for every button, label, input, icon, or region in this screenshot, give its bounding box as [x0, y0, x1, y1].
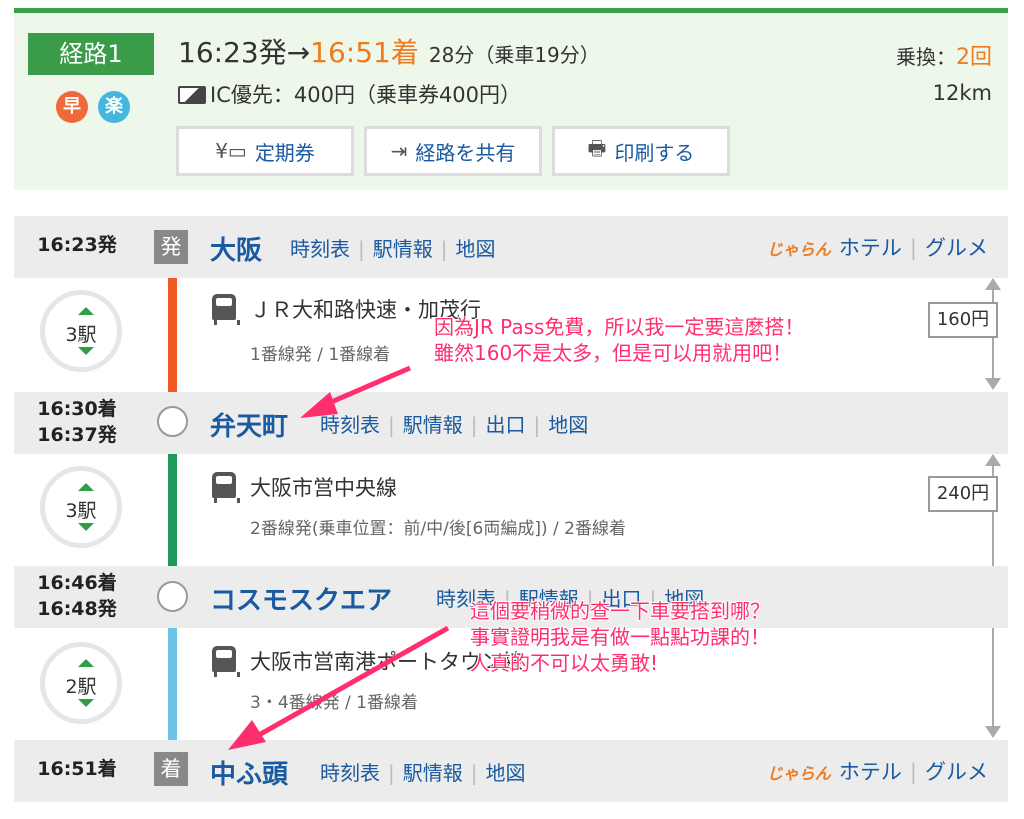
train-icon [212, 472, 240, 503]
station-row-osaka: 16:23発 発 大阪 時刻表 | 駅情報 | 地図 じゃらん ホテル | グルメ [14, 216, 1008, 278]
time-arrow: → [286, 36, 311, 69]
stop-count-badge[interactable]: 3駅 [40, 290, 122, 372]
map-link[interactable]: 地図 [456, 237, 496, 261]
share-icon: ⇥ [390, 139, 408, 163]
print-button[interactable]: 🖶 印刷する [552, 126, 730, 176]
station-extra-links: じゃらん ホテル | グルメ [766, 236, 988, 260]
station-info-link[interactable]: 駅情報 [403, 761, 463, 785]
route-summary: 経路1 早 楽 16:23発→16:51着 28分（乗車19分） 乗換：2回 IC… [14, 8, 1008, 190]
map-link[interactable]: 地図 [486, 761, 526, 785]
stop-count-badge[interactable]: 2駅 [40, 642, 122, 724]
gourmet-link[interactable]: グルメ [925, 236, 988, 260]
expand-up-icon [78, 483, 94, 491]
expand-down-icon [78, 699, 94, 707]
station-links: 時刻表 | 駅情報 | 地図 [320, 761, 526, 785]
jalan-logo: じゃらん [766, 764, 831, 783]
timetable-link[interactable]: 時刻表 [320, 413, 380, 437]
route-times: 16:23発→16:51着 28分（乗車19分） [178, 31, 600, 71]
platform-info: 2番線発(乗車位置：前/中/後[6両編成]) / 2番線着 [250, 519, 626, 539]
train-icon [212, 294, 240, 325]
annotation-note-2: 這個要稍微的查一下車要搭到哪？ 事實證明我是有做一點點功課的！ 人真的不可以太勇… [470, 599, 770, 675]
segment-fare: 240円 [928, 476, 998, 512]
transfer-node [157, 406, 188, 437]
station-extra-links: じゃらん ホテル | グルメ [766, 760, 988, 784]
map-link[interactable]: 地図 [548, 413, 588, 437]
train-icon [212, 646, 240, 677]
station-time-departure: 16:37発 [37, 424, 117, 446]
expand-down-icon [78, 523, 94, 531]
total-fare: IC優先：400円（乗車券400円） [178, 79, 521, 109]
timetable-link[interactable]: 時刻表 [320, 761, 380, 785]
hotel-link[interactable]: ホテル [839, 760, 902, 784]
station-name[interactable]: コスモスクエア [210, 580, 392, 617]
station-name[interactable]: 弁天町 [210, 406, 288, 443]
yen-card-icon: ¥▭ [215, 139, 247, 163]
arrival-mark: 着 [154, 752, 188, 786]
transfer-node [157, 581, 188, 612]
duration: 28分（乗車19分） [428, 43, 600, 67]
transfer-count: 乗換：2回 [896, 45, 992, 70]
printer-icon: 🖶 [587, 136, 607, 160]
segment-fare: 160円 [928, 302, 998, 338]
station-time-arrival: 16:30着 [37, 398, 117, 420]
distance: 12km [932, 81, 992, 105]
line-name[interactable]: 大阪市営中央線 [250, 472, 397, 502]
hotel-link[interactable]: ホテル [839, 236, 902, 260]
exit-link[interactable]: 出口 [486, 413, 526, 437]
departure-mark: 発 [154, 230, 188, 264]
expand-up-icon [78, 307, 94, 315]
annotation-note-1: 因為JR Pass免費，所以我一定要這麼搭！ 雖然160不是太多，但是可以用就用… [434, 315, 805, 365]
station-time-departure: 16:48発 [37, 598, 117, 620]
fast-tag-icon: 早 [56, 91, 88, 123]
station-links: 時刻表 | 駅情報 | 出口 | 地図 [320, 413, 589, 437]
ic-card-icon [178, 86, 206, 104]
station-info-link[interactable]: 駅情報 [403, 413, 463, 437]
station-name[interactable]: 中ふ頭 [210, 754, 288, 791]
easy-tag-icon: 楽 [98, 91, 130, 123]
commuter-pass-button[interactable]: ¥▭ 定期券 [176, 126, 354, 176]
station-time: 16:51着 [37, 758, 117, 780]
station-name[interactable]: 大阪 [210, 230, 262, 267]
expand-up-icon [78, 659, 94, 667]
arrival-time: 16:51着 [310, 36, 419, 69]
expand-down-icon [78, 347, 94, 355]
gourmet-link[interactable]: グルメ [925, 760, 988, 784]
route-label: 経路1 [28, 33, 154, 75]
share-route-button[interactable]: ⇥ 経路を共有 [364, 126, 542, 176]
jalan-logo: じゃらん [766, 240, 831, 259]
station-time: 16:23発 [37, 234, 117, 256]
station-row-nakafuto: 16:51着 着 中ふ頭 時刻表 | 駅情報 | 地図 じゃらん ホテル | グルメ [14, 740, 1008, 802]
departure-time: 16:23発 [178, 36, 287, 69]
timetable-link[interactable]: 時刻表 [290, 237, 350, 261]
platform-info: 1番線発 / 1番線着 [250, 345, 391, 365]
platform-info: 3・4番線発 / 1番線着 [250, 693, 418, 713]
station-links: 時刻表 | 駅情報 | 地図 [290, 237, 496, 261]
stop-count-badge[interactable]: 3駅 [40, 466, 122, 548]
station-info-link[interactable]: 駅情報 [373, 237, 433, 261]
station-time-arrival: 16:46着 [37, 572, 117, 594]
line-segment-newtram [168, 612, 177, 752]
